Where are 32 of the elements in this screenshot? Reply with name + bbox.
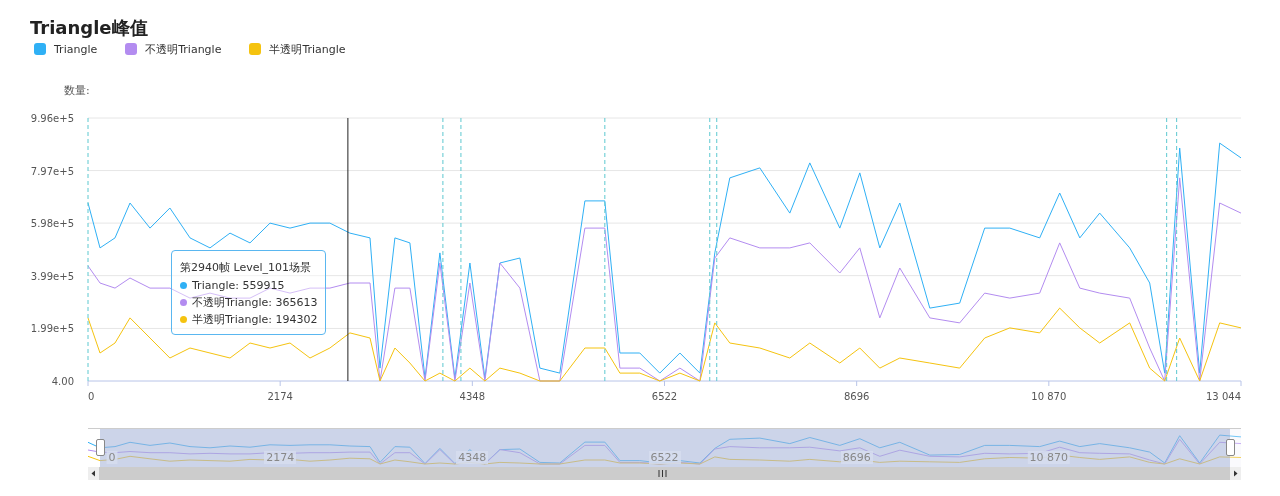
legend-item[interactable]: Triangle — [34, 42, 98, 56]
slider-handle[interactable] — [1225, 439, 1235, 456]
tooltip-value: 不透明Triangle: 365613 — [192, 295, 318, 311]
grip-icon[interactable] — [658, 470, 667, 477]
y-tick-label: 3.99e+5 — [30, 270, 74, 282]
x-tick-label: 8696 — [843, 391, 870, 402]
x-tick-label: 2174 — [267, 391, 293, 402]
legend-item[interactable]: 不透明Triangle — [125, 41, 222, 57]
slider-label: 10 870 — [1027, 451, 1071, 464]
x-tick-label: 0 — [88, 391, 95, 402]
y-tick-label: 4.00 — [51, 376, 74, 387]
legend-item[interactable]: 半透明Triangle — [249, 41, 346, 57]
x-tick-label: 4348 — [459, 391, 486, 402]
tooltip-value: 半透明Triangle: 194302 — [192, 312, 318, 328]
scrollbar[interactable] — [88, 467, 1241, 480]
slider-label: 6522 — [648, 451, 681, 464]
slider-label: 4348 — [456, 451, 489, 464]
x-tick-label: 13 044 — [1206, 391, 1241, 402]
chart-title: Triangle峰值 — [29, 16, 149, 40]
y-tick-label: 7.97e+5 — [30, 165, 74, 177]
y-axis-label: 数量: — [64, 84, 90, 97]
y-tick-label: 5.98e+5 — [30, 218, 74, 230]
slider-label: 8696 — [840, 451, 873, 464]
tooltip-title: 第2940帧 Level_101场景 — [180, 260, 313, 276]
slider-handle[interactable] — [96, 439, 105, 456]
tooltip-value: Triangle: 559915 — [192, 278, 285, 294]
slider-label: 0 — [106, 451, 118, 464]
x-tick-label: 10 870 — [1031, 391, 1067, 402]
y-tick-label: 1.99e+5 — [30, 323, 74, 335]
x-tick-label: 6522 — [651, 391, 678, 402]
slider-label: 2174 — [264, 451, 297, 464]
y-tick-label: 9.96e+5 — [30, 113, 74, 124]
